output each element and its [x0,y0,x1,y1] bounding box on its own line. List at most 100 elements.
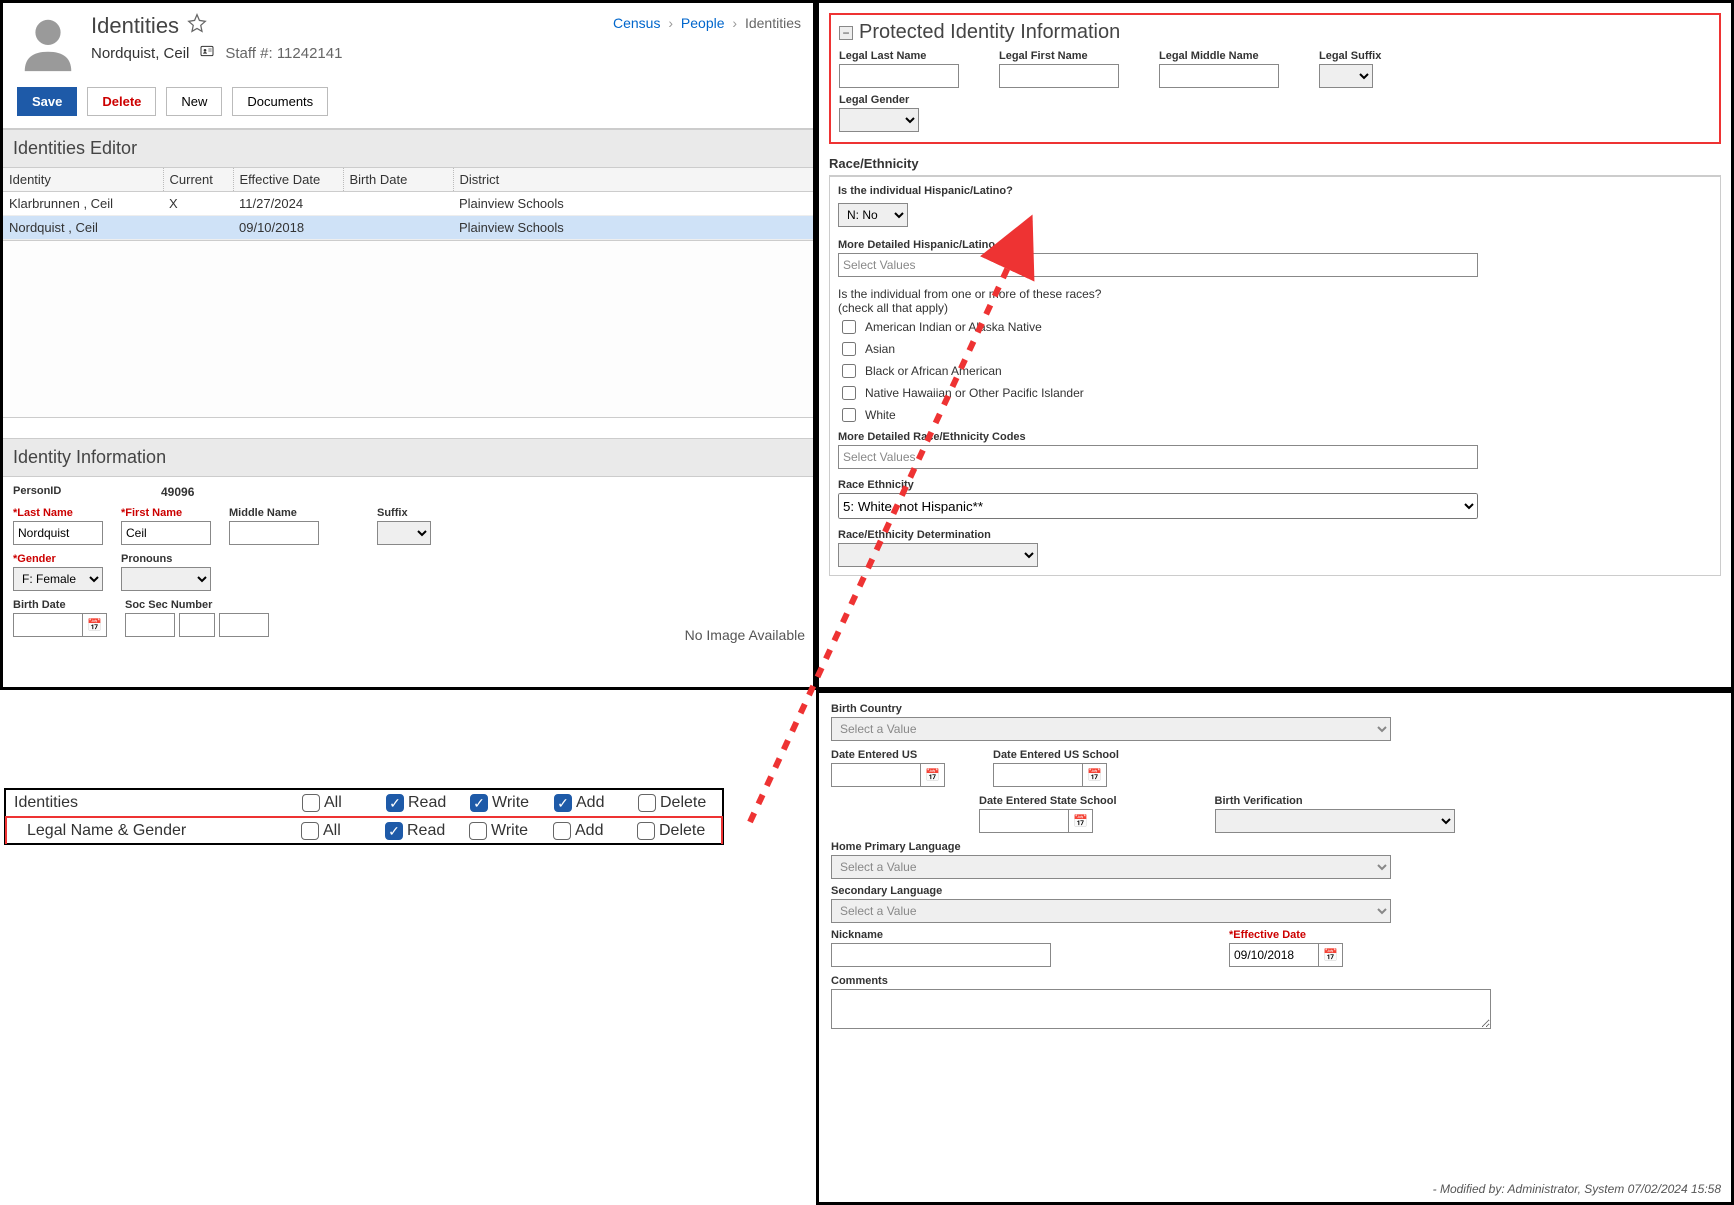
race-cb-ai[interactable] [842,320,856,334]
suffix-select[interactable] [377,521,431,545]
cell-identity: Klarbrunnen , Ceil [3,192,163,216]
birth-verification-select[interactable] [1215,809,1455,833]
perm-identities-write[interactable] [470,794,488,812]
pronouns-select[interactable] [121,567,211,591]
breadcrumb-people[interactable]: People [681,15,725,31]
star-icon[interactable] [187,13,207,39]
comments-textarea[interactable] [831,989,1491,1029]
col-birth[interactable]: Birth Date [343,168,453,192]
secondary-lang-select[interactable]: Select a Value [831,899,1391,923]
birth-verification-label: Birth Verification [1215,795,1455,807]
calendar-icon[interactable]: 📅 [921,763,945,787]
race-cb-nh[interactable] [842,386,856,400]
perm-label-identities: Identities [6,790,302,816]
legal-middle-input[interactable] [1159,64,1279,88]
race-ethnicity-select[interactable]: 5: White, not Hispanic** [838,493,1478,519]
calendar-icon[interactable]: 📅 [1069,809,1093,833]
calendar-icon[interactable]: 📅 [1319,943,1343,967]
perm-identities-read[interactable] [386,794,404,812]
perm-identities-delete[interactable] [638,794,656,812]
perm-label-legal: Legal Name & Gender [7,818,301,844]
more-hispanic-input[interactable] [838,253,1478,277]
legal-gender-select[interactable] [839,108,919,132]
date-entered-state-input[interactable] [979,809,1069,833]
permissions-row-legal: Legal Name & Gender All Read Write Add D… [5,816,723,844]
identities-editor-header: Identities Editor [3,129,813,168]
identities-panel: Census › People › Identities Identities … [0,0,816,690]
race-ethnicity-form: Is the individual Hispanic/Latino? N: No… [829,176,1721,576]
ssn-input-1[interactable] [125,613,175,637]
lastname-input[interactable] [13,521,103,545]
effective-date-input[interactable] [1229,943,1319,967]
firstname-input[interactable] [121,521,211,545]
table-row[interactable]: Klarbrunnen , Ceil X 11/27/2024 Plainvie… [3,192,813,216]
new-button[interactable]: New [166,87,222,116]
race-opt-asian: Asian [865,342,895,356]
perm-identities-all[interactable] [302,794,320,812]
perm-legal-delete[interactable] [637,822,655,840]
perm-legal-read[interactable] [385,822,403,840]
collapse-icon[interactable]: − [839,26,853,40]
cell-birth [343,192,453,216]
perm-legal-write[interactable] [469,822,487,840]
effective-date-label: *Effective Date [1229,929,1343,941]
perm-col-all: All [323,822,341,840]
gender-select[interactable]: F: Female [13,567,103,591]
person-name: Nordquist, Ceil [91,45,189,62]
perm-legal-all[interactable] [301,822,319,840]
birth-country-select[interactable]: Select a Value [831,717,1391,741]
more-hispanic-label: More Detailed Hispanic/Latino Codes [838,239,1712,251]
race-opt-white: White [865,408,896,422]
legal-last-input[interactable] [839,64,959,88]
calendar-icon[interactable]: 📅 [83,613,107,637]
race-ethnicity-label: Race Ethnicity [838,479,1712,491]
delete-button[interactable]: Delete [87,87,156,116]
nickname-input[interactable] [831,943,1051,967]
staff-label: Staff #: [225,45,272,62]
perm-legal-add[interactable] [553,822,571,840]
birthdate-input[interactable] [13,613,83,637]
legal-middle-label: Legal Middle Name [1159,50,1279,62]
col-current[interactable]: Current [163,168,233,192]
hispanic-select[interactable]: N: No [838,203,908,227]
calendar-icon[interactable]: 📅 [1083,763,1107,787]
col-identity[interactable]: Identity [3,168,163,192]
middlename-label: Middle Name [229,507,319,519]
more-race-input[interactable] [838,445,1478,469]
save-button[interactable]: Save [17,87,77,116]
cell-district: Plainview Schools [453,192,813,216]
date-entered-us-input[interactable] [831,763,921,787]
perm-col-delete: Delete [659,822,705,840]
chevron-right-icon: › [668,15,673,31]
ssn-input-3[interactable] [219,613,269,637]
ssn-input-2[interactable] [179,613,215,637]
race-cb-black[interactable] [842,364,856,378]
race-cb-white[interactable] [842,408,856,422]
id-card-icon[interactable] [199,43,215,63]
race-opt-ai: American Indian or Alaska Native [865,320,1042,334]
col-district[interactable]: District [453,168,813,192]
legal-suffix-label: Legal Suffix [1319,50,1381,62]
more-race-label: More Detailed Race/Ethnicity Codes [838,431,1712,443]
race-opt-nh: Native Hawaiian or Other Pacific Islande… [865,386,1084,400]
date-entered-us-school-input[interactable] [993,763,1083,787]
race-determination-select[interactable] [838,543,1038,567]
permissions-row-identities: Identities All Read Write Add Delete [6,790,722,817]
middlename-input[interactable] [229,521,319,545]
perm-identities-add[interactable] [554,794,572,812]
documents-button[interactable]: Documents [232,87,328,116]
col-effective[interactable]: Effective Date [233,168,343,192]
legal-first-input[interactable] [999,64,1119,88]
identity-info-form: PersonID 49096 *Last Name *First Name Mi… [3,477,813,653]
table-row-selected[interactable]: Nordquist , Ceil 09/10/2018 Plainview Sc… [3,216,813,240]
legal-suffix-select[interactable] [1319,64,1373,88]
legal-gender-label: Legal Gender [839,94,1711,106]
suffix-label: Suffix [377,507,431,519]
home-lang-select[interactable]: Select a Value [831,855,1391,879]
gender-label: *Gender [13,553,103,565]
legal-last-label: Legal Last Name [839,50,959,62]
birth-language-panel: Birth Country Select a Value Date Entere… [816,690,1734,1205]
breadcrumb-census[interactable]: Census [613,15,660,31]
page-title: Identities [91,13,179,39]
race-cb-asian[interactable] [842,342,856,356]
